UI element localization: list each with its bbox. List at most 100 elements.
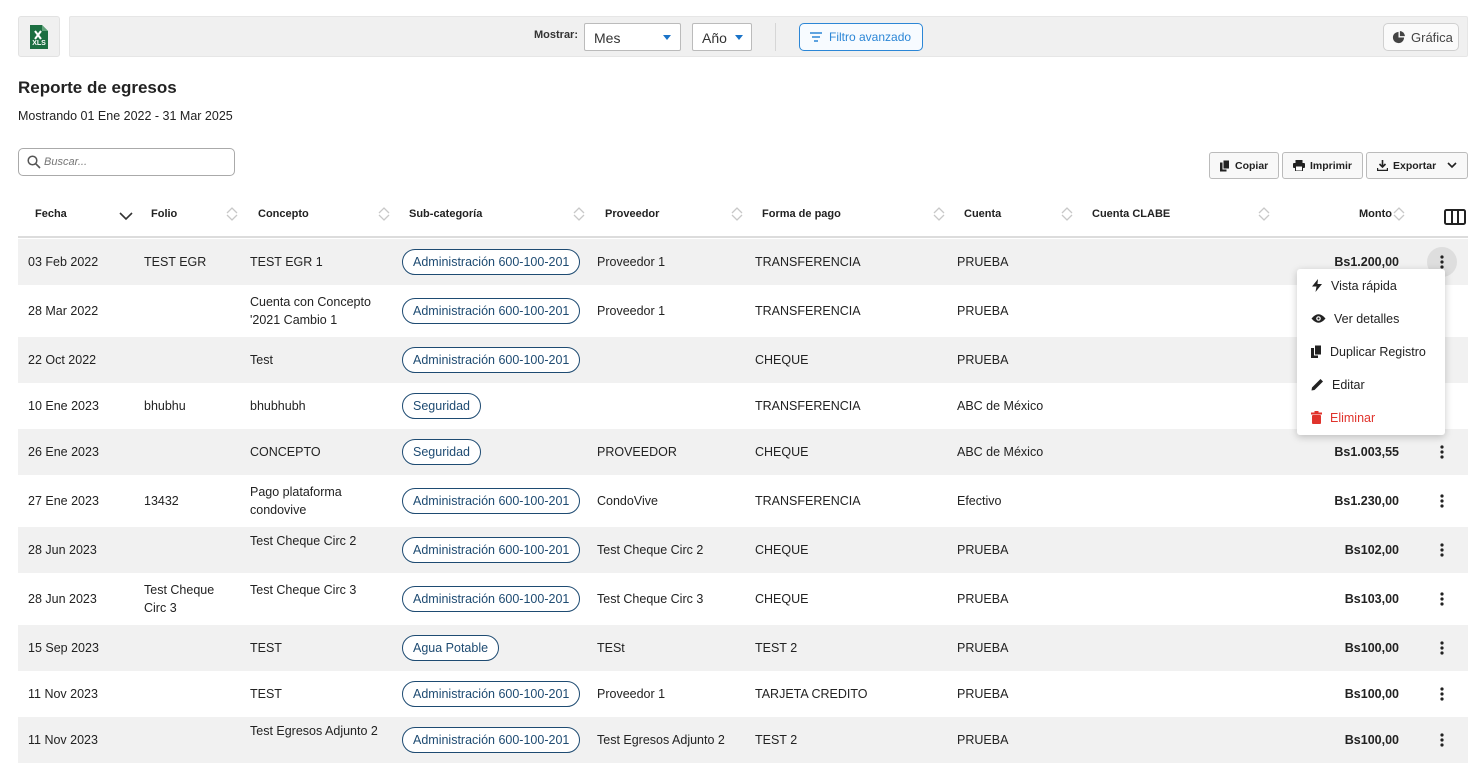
sort-icon[interactable]: [1258, 206, 1270, 222]
cell-fecha: 26 Ene 2023: [28, 445, 99, 459]
date-range: Mostrando 01 Ene 2022 - 31 Mar 2025: [18, 109, 233, 123]
row-actions-button[interactable]: [1427, 486, 1457, 516]
cell-forma: TARJETA CREDITO: [755, 687, 868, 701]
row-context-menu: Vista rápida Ver detalles Duplicar Regis…: [1297, 269, 1445, 435]
col-folio[interactable]: Folio: [151, 208, 177, 220]
chart-button[interactable]: Gráfica: [1383, 23, 1459, 51]
col-subcategoria[interactable]: Sub-categoría: [409, 208, 482, 220]
sort-icon[interactable]: [933, 206, 945, 222]
menu-label: Eliminar: [1330, 410, 1376, 425]
col-concepto[interactable]: Concepto: [258, 208, 309, 220]
cell-concepto: TEST: [250, 641, 282, 655]
row-actions-button[interactable]: [1427, 679, 1457, 709]
print-label: Imprimir: [1310, 159, 1353, 172]
row-actions-button[interactable]: [1427, 633, 1457, 663]
cell-cuenta: PRUEBA: [957, 687, 1009, 701]
cell-fecha: 10 Ene 2023: [28, 399, 99, 413]
export-button[interactable]: Exportar: [1366, 152, 1468, 179]
more-vertical-icon: [1440, 687, 1444, 701]
table-row[interactable]: 11 Nov 2023 TEST Proveedor 1 TARJETA CREDIT…: [18, 671, 1468, 717]
subcategory-badge: Administración 600-100-201: [402, 537, 581, 563]
cell-fecha: 28 Mar 2022: [28, 304, 99, 318]
excel-icon: XLS: [30, 24, 48, 49]
table-row[interactable]: 27 Ene 2023 13432 Pago plataforma condoviv…: [18, 475, 1468, 527]
subcategory-badge: Administración 600-100-201: [402, 727, 581, 753]
cell-fecha: 28 Jun 2023: [28, 592, 97, 606]
menu-item-duplicate[interactable]: Duplicar Registro: [1297, 335, 1445, 368]
table-row[interactable]: 22 Oct 2022 Test CHEQUE PRUEBA Administració…: [18, 337, 1468, 383]
subcategory-badge: Administración 600-100-201: [402, 249, 581, 275]
col-forma-pago[interactable]: Forma de pago: [762, 208, 841, 220]
cell-proveedor: PROVEEDOR: [597, 445, 677, 459]
sort-icon[interactable]: [226, 206, 238, 222]
print-button[interactable]: Imprimir: [1282, 152, 1363, 179]
menu-label: Ver detalles: [1334, 311, 1400, 326]
caret-down-icon: [735, 35, 743, 40]
cell-monto: Bs102,00: [1344, 543, 1399, 557]
cell-forma: CHEQUE: [755, 592, 809, 606]
show-label: Mostrar:: [534, 29, 579, 41]
menu-item-delete[interactable]: Eliminar: [1297, 401, 1445, 434]
col-fecha[interactable]: Fecha: [35, 208, 67, 220]
cell-forma: CHEQUE: [755, 445, 809, 459]
year-select-value: Año: [702, 30, 727, 46]
table-row[interactable]: 15 Sep 2023 TEST TESt TEST 2 PRUEBA Agua Pota…: [18, 625, 1468, 671]
search-input[interactable]: [44, 154, 229, 170]
copy-icon: [1220, 159, 1230, 171]
cell-monto: Bs103,00: [1344, 592, 1399, 606]
cell-concepto: Test Egresos Adjunto 2: [250, 724, 378, 738]
cell-concepto: CONCEPTO: [250, 445, 321, 459]
sort-icon[interactable]: [1061, 206, 1073, 222]
row-actions-button[interactable]: [1427, 584, 1457, 614]
row-actions-button[interactable]: [1427, 437, 1457, 467]
sort-icon[interactable]: [573, 206, 585, 222]
cell-cuenta: ABC de México: [957, 399, 1044, 413]
cell-monto: Bs1.003,55: [1334, 445, 1399, 459]
printer-icon: [1293, 160, 1305, 171]
eye-icon: [1311, 314, 1326, 323]
menu-item-details[interactable]: Ver detalles: [1297, 302, 1445, 335]
cell-fecha: 15 Sep 2023: [28, 641, 99, 655]
sort-icon[interactable]: [378, 206, 390, 222]
sort-icon[interactable]: [731, 206, 743, 222]
menu-label: Vista rápida: [1331, 278, 1397, 293]
cell-folio: TEST EGR: [144, 255, 207, 269]
cell-fecha: 22 Oct 2022: [28, 353, 97, 367]
export-excel-button[interactable]: XLS: [18, 16, 60, 57]
subcategory-badge: Administración 600-100-201: [402, 347, 581, 373]
menu-label: Duplicar Registro: [1330, 344, 1426, 359]
cell-monto: Bs100,00: [1344, 641, 1399, 655]
table-row[interactable]: 26 Ene 2023 CONCEPTO PROVEEDOR CHEQUE ABC de…: [18, 429, 1468, 475]
menu-item-quick-view[interactable]: Vista rápida: [1297, 269, 1445, 302]
col-cuenta-clabe[interactable]: Cuenta CLABE: [1092, 208, 1170, 220]
cell-fecha: 27 Ene 2023: [28, 494, 99, 508]
cell-folio: Test Cheque Circ 3: [144, 583, 215, 615]
sort-icon[interactable]: [1393, 206, 1405, 222]
cell-proveedor: Proveedor 1: [597, 304, 666, 318]
copy-label: Copiar: [1235, 159, 1269, 172]
menu-item-edit[interactable]: Editar: [1297, 368, 1445, 401]
toolbar-divider: [775, 23, 776, 51]
advanced-filter-button[interactable]: Filtro avanzado: [799, 23, 923, 51]
table-row[interactable]: 11 Nov 2023 Test Egresos Adjunto 2 Test Eg…: [18, 717, 1468, 763]
chart-button-label: Gráfica: [1411, 29, 1453, 45]
columns-icon[interactable]: [1444, 209, 1466, 225]
col-cuenta[interactable]: Cuenta: [964, 208, 1001, 220]
sort-desc-icon[interactable]: [119, 212, 133, 221]
table-row[interactable]: 03 Feb 2022 TEST EGR TEST EGR 1 Proveedor 1…: [18, 239, 1468, 285]
more-vertical-icon: [1440, 733, 1444, 747]
table-row[interactable]: 10 Ene 2023 bhubhu bhubhubh TRANSFERENCIA AB…: [18, 383, 1468, 429]
year-select[interactable]: Año: [692, 23, 752, 51]
table-row[interactable]: 28 Mar 2022 Cuenta con Concepto '2021 Cam…: [18, 285, 1468, 337]
table-row[interactable]: 28 Jun 2023 Test Cheque Circ 2 Test Cheque…: [18, 527, 1468, 573]
col-proveedor[interactable]: Proveedor: [605, 208, 659, 220]
col-monto[interactable]: Monto: [1359, 208, 1392, 220]
period-select[interactable]: Mes: [584, 23, 681, 51]
row-actions-button[interactable]: [1427, 535, 1457, 565]
more-vertical-icon: [1440, 445, 1444, 459]
menu-label: Editar: [1332, 377, 1365, 392]
row-actions-button[interactable]: [1427, 725, 1457, 755]
subcategory-badge: Seguridad: [402, 439, 481, 465]
table-row[interactable]: 28 Jun 2023 Test Cheque Circ 3 Test Cheque…: [18, 573, 1468, 625]
copy-button[interactable]: Copiar: [1209, 152, 1279, 179]
